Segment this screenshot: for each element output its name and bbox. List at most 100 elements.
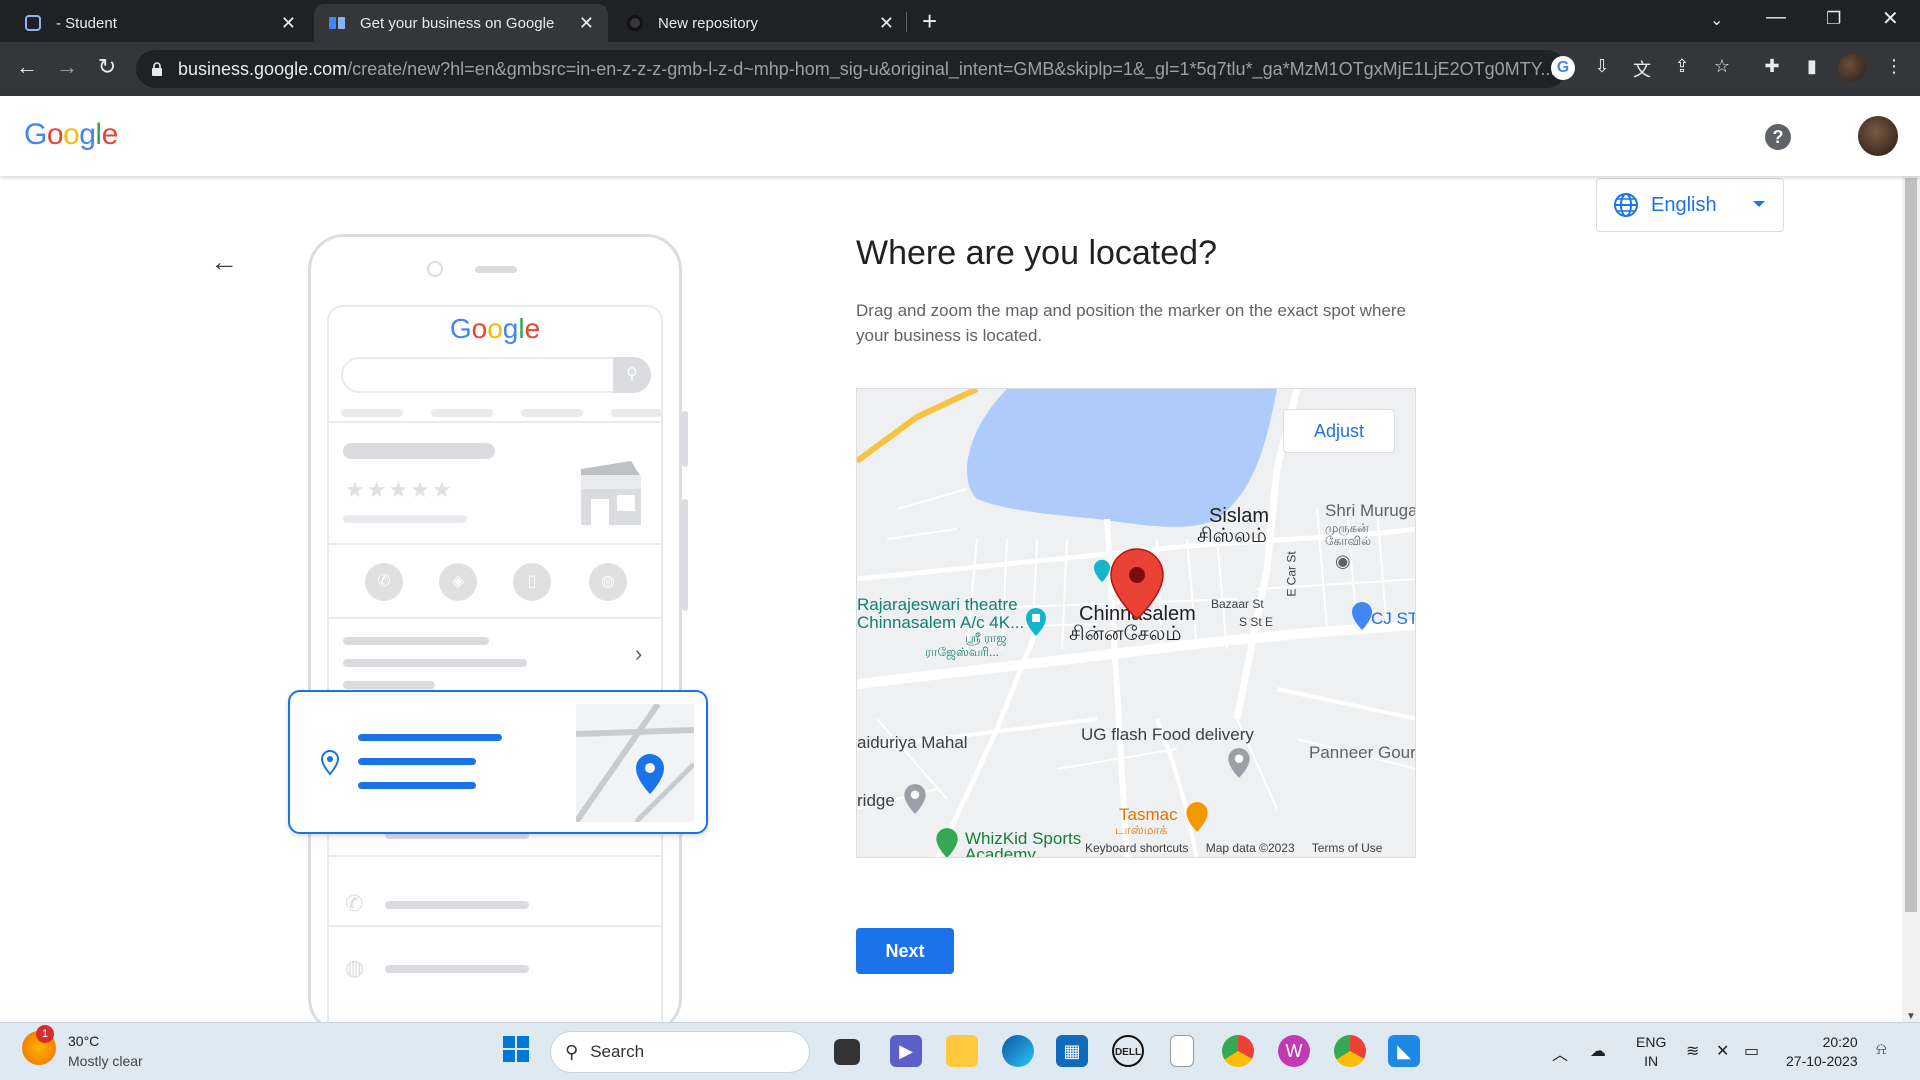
location-marker-icon[interactable] xyxy=(1109,547,1165,621)
adjust-map-button[interactable]: Adjust xyxy=(1283,409,1395,453)
tab-search-chevron-icon[interactable]: ⌄ xyxy=(1710,10,1723,30)
business-profile-icon xyxy=(329,17,345,29)
scrollbar-thumb[interactable] xyxy=(1905,178,1917,912)
tab-new-repository[interactable]: New repository ✕ xyxy=(612,4,908,42)
onedrive-cloud-icon[interactable]: ☁ xyxy=(1590,1041,1606,1061)
photos-icon[interactable]: ◣ xyxy=(1388,1035,1420,1067)
tab-label: Get your business on Google xyxy=(360,14,555,32)
task-view-icon[interactable] xyxy=(834,1039,860,1065)
notification-badge: 1 xyxy=(36,1025,54,1043)
bar-place-icon[interactable] xyxy=(1185,801,1209,833)
placeholder-bar xyxy=(343,637,489,645)
divider xyxy=(329,421,661,423)
install-app-icon[interactable]: ⇩ xyxy=(1590,56,1614,80)
language-label: English xyxy=(1651,193,1717,216)
wifi-icon[interactable]: ≋ xyxy=(1686,1041,1699,1061)
windows-start-icon[interactable] xyxy=(500,1035,532,1067)
help-icon[interactable]: ? xyxy=(1765,124,1791,150)
storefront-icon xyxy=(581,461,641,525)
map-label-s-st-e: S St E xyxy=(1239,615,1274,629)
place-pin-icon[interactable] xyxy=(1227,747,1251,779)
tab-get-business[interactable]: Get your business on Google ✕ xyxy=(314,4,608,42)
placeholder-bar xyxy=(343,681,435,689)
dell-icon[interactable]: DELL xyxy=(1112,1035,1144,1067)
share-icon[interactable]: ⇪ xyxy=(1670,56,1694,80)
tab-label: New repository xyxy=(658,14,759,32)
illustration-search-bar: ⚲ xyxy=(341,357,651,393)
account-avatar[interactable] xyxy=(1858,116,1898,156)
tab-student[interactable]: - Student ✕ xyxy=(10,4,310,42)
map-label-vaiduriya: aiduriya Mahal xyxy=(857,733,968,752)
show-hidden-icons-chevron-icon[interactable]: ︿ xyxy=(1552,1041,1568,1065)
input-language-indicator[interactable]: ENG IN xyxy=(1636,1033,1666,1071)
speaker-muted-icon[interactable]: ✕ xyxy=(1716,1041,1729,1061)
google-lens-icon[interactable]: G xyxy=(1551,56,1575,80)
location-map[interactable]: Adjust Sislam சிஸ்லம் Shri Muruga முருகன… xyxy=(856,388,1416,858)
battery-icon[interactable]: ▭ xyxy=(1744,1041,1759,1061)
forward-arrow-icon[interactable]: → xyxy=(52,54,82,80)
bookmark-star-icon[interactable]: ☆ xyxy=(1710,56,1734,80)
map-label-whizkid-2: Academy xyxy=(965,845,1036,858)
file-explorer-icon[interactable] xyxy=(946,1035,978,1067)
sports-place-icon[interactable] xyxy=(935,827,959,858)
tab-close-icon[interactable]: ✕ xyxy=(579,13,594,34)
system-clock[interactable]: 20:20 27-10-2023 xyxy=(1786,1033,1858,1071)
browser-profile-avatar[interactable] xyxy=(1838,54,1866,82)
tab-close-icon[interactable]: ✕ xyxy=(879,13,894,34)
shopping-place-icon[interactable] xyxy=(1351,601,1373,631)
divider xyxy=(329,543,661,545)
edge-browser-icon[interactable] xyxy=(1002,1035,1034,1067)
restore-icon[interactable]: ❐ xyxy=(1826,9,1841,29)
page-header: Google ? xyxy=(0,96,1920,176)
phone-icon: ✆ xyxy=(345,891,364,916)
phone-screen: Google ⚲ ★★★★★ ✆ ◈ ▯ ◍ › ✆ ◍ xyxy=(327,305,663,1022)
chrome-icon[interactable] xyxy=(1222,1035,1254,1067)
browser-menu-icon[interactable]: ⋮ xyxy=(1882,56,1906,80)
divider xyxy=(329,855,661,857)
address-bar[interactable]: business.google.com/create/new?hl=en&gmb… xyxy=(136,50,1566,88)
save-icon: ▯ xyxy=(513,563,551,601)
wps-office-icon[interactable]: W xyxy=(1278,1035,1310,1067)
notifications-bell-icon[interactable]: ⍾ xyxy=(1876,1041,1887,1059)
placeholder-bar xyxy=(341,409,403,417)
keyboard-shortcuts-link[interactable]: Keyboard shortcuts xyxy=(1085,841,1188,855)
weather-widget[interactable]: 1 30°C Mostly clear xyxy=(22,1025,143,1071)
notepad-icon[interactable] xyxy=(1170,1035,1194,1067)
map-label-bridge: ridge xyxy=(857,791,895,810)
back-arrow-icon[interactable]: ← xyxy=(12,54,42,80)
map-label-chinnasalem-tamil: சின்னசேலம் xyxy=(1069,623,1182,645)
lock-icon xyxy=(152,62,162,76)
extensions-puzzle-icon[interactable]: ✚ xyxy=(1760,56,1784,80)
side-panel-icon[interactable]: ▮ xyxy=(1800,56,1824,80)
url-text: business.google.com/create/new?hl=en&gmb… xyxy=(178,59,1558,80)
placeholder-bar xyxy=(521,409,583,417)
temple-icon[interactable]: ◉ xyxy=(1335,551,1351,572)
map-label-sislam-tamil: சிஸ்லம் xyxy=(1197,525,1267,547)
region-code: IN xyxy=(1644,1053,1659,1069)
theatre-place-icon[interactable] xyxy=(1025,607,1047,637)
reload-icon[interactable]: ↻ xyxy=(92,54,122,80)
teams-meet-icon[interactable]: ▶ xyxy=(890,1035,922,1067)
window-close-icon[interactable]: ✕ xyxy=(1882,6,1899,31)
google-logo[interactable]: Google xyxy=(24,118,118,152)
scroll-down-arrow-icon[interactable]: ▼ xyxy=(1906,1011,1916,1022)
next-button[interactable]: Next xyxy=(856,928,954,974)
back-arrow-icon[interactable]: ← xyxy=(210,246,238,278)
map-label-theatre-tamil-2: ராஜேஸ்வரி... xyxy=(925,645,1000,659)
chrome-profile-icon[interactable] xyxy=(1334,1035,1366,1067)
taskbar-search[interactable]: ⚲ Search xyxy=(550,1031,810,1073)
tab-close-icon[interactable]: ✕ xyxy=(281,13,296,34)
map-label-theatre-2: Chinnasalem A/c 4K... xyxy=(857,613,1025,632)
place-pin-icon[interactable] xyxy=(903,783,927,815)
new-tab-plus-icon[interactable]: + xyxy=(922,6,937,37)
translate-icon[interactable]: 文 xyxy=(1630,56,1654,80)
browser-toolbar: ← → ↻ business.google.com/create/new?hl=… xyxy=(0,42,1920,96)
minimize-icon[interactable]: — xyxy=(1766,6,1786,29)
map-label-theatre: Rajarajeswari theatre xyxy=(857,595,1018,614)
clock-date: 27-10-2023 xyxy=(1786,1053,1858,1069)
microsoft-store-icon[interactable]: ▦ xyxy=(1056,1035,1088,1067)
terms-of-use-link[interactable]: Terms of Use xyxy=(1312,841,1383,855)
language-selector[interactable]: English xyxy=(1596,178,1784,232)
page-scrollbar[interactable]: ▼ xyxy=(1902,176,1920,1022)
map-data-credit: Map data ©2023 xyxy=(1205,841,1295,855)
